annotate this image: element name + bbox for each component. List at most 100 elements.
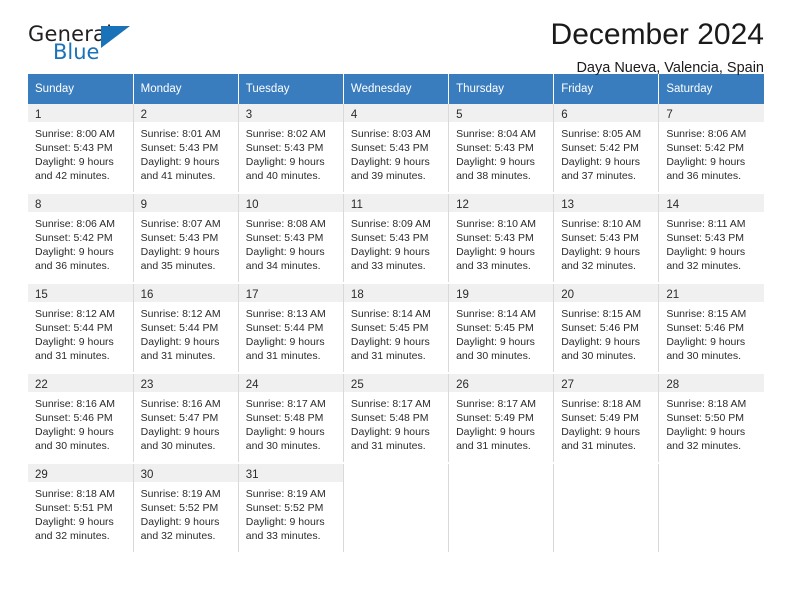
sunset-time: Sunset: 5:43 PM — [456, 142, 534, 154]
date-number: 14 — [666, 199, 680, 211]
date-number: 15 — [35, 289, 48, 301]
calendar-day-cell[interactable]: 5 Sunrise: 8:04 AM Sunset: 5:43 PM Daylight… — [448, 104, 555, 192]
calendar-week-row: 8 Sunrise: 8:06 AM Sunset: 5:42 PM Daylight… — [28, 194, 764, 282]
sunset-time: Sunset: 5:44 PM — [140, 322, 219, 334]
sunrise-time: Sunrise: 8:16 AM — [140, 398, 221, 410]
date-strip: 14 — [659, 194, 764, 212]
date-number: 19 — [456, 289, 469, 301]
calendar-week-row: 15 Sunrise: 8:12 AM Sunset: 5:44 PM Dayligh… — [28, 284, 764, 372]
day-details: Sunrise: 8:19 AM Sunset: 5:52 PM Daylight:… — [134, 482, 238, 543]
calendar-day-cell[interactable]: 3 Sunrise: 8:02 AM Sunset: 5:43 PM Daylight… — [237, 104, 344, 192]
calendar-day-cell[interactable]: 15 Sunrise: 8:12 AM Sunset: 5:44 PM Dayligh… — [28, 284, 134, 372]
daylight-duration-line2: and 38 minutes. — [456, 170, 531, 182]
sunrise-time: Sunrise: 8:10 AM — [456, 218, 537, 230]
day-details: Sunrise: 8:09 AM Sunset: 5:43 PM Daylight:… — [344, 212, 448, 273]
sunset-time: Sunset: 5:43 PM — [245, 232, 324, 244]
calendar-day-cell[interactable]: 11 Sunrise: 8:09 AM Sunset: 5:43 PM Dayligh… — [342, 194, 450, 282]
calendar-day-cell[interactable]: 29 Sunrise: 8:18 AM Sunset: 5:51 PM Dayligh… — [28, 464, 134, 552]
sunrise-time: Sunrise: 8:01 AM — [140, 128, 221, 140]
day-details: Sunrise: 8:18 AM Sunset: 5:50 PM Daylight:… — [659, 392, 764, 453]
calendar-day-cell[interactable]: 8 Sunrise: 8:06 AM Sunset: 5:42 PM Daylight… — [28, 194, 134, 282]
sunrise-time: Sunrise: 8:17 AM — [245, 398, 326, 410]
sunrise-time: Sunrise: 8:15 AM — [561, 308, 642, 320]
date-strip: 26 — [449, 374, 554, 392]
daylight-duration-line1: Daylight: 9 hours — [140, 516, 220, 528]
calendar-day-cell[interactable]: 12 Sunrise: 8:10 AM Sunset: 5:43 PM Dayligh… — [448, 194, 555, 282]
daylight-duration-line1: Daylight: 9 hours — [561, 426, 640, 438]
calendar-day-cell[interactable]: 31 Sunrise: 8:19 AM Sunset: 5:52 PM Dayligh… — [237, 464, 344, 552]
sunset-time: Sunset: 5:46 PM — [35, 412, 113, 424]
daylight-duration-line1: Daylight: 9 hours — [140, 426, 220, 438]
daylight-duration-line1: Daylight: 9 hours — [35, 246, 114, 258]
calendar-day-cell[interactable]: 25 Sunrise: 8:17 AM Sunset: 5:48 PM Dayligh… — [342, 374, 450, 462]
calendar-day-cell[interactable]: 1 Sunrise: 8:00 AM Sunset: 5:43 PM Daylight… — [28, 104, 134, 192]
daylight-duration-line2: and 32 minutes. — [35, 530, 110, 542]
date-number: 31 — [245, 469, 259, 481]
calendar-day-cell[interactable]: 16 Sunrise: 8:12 AM Sunset: 5:44 PM Dayligh… — [132, 284, 239, 372]
calendar-day-cell[interactable]: 26 Sunrise: 8:17 AM Sunset: 5:49 PM Dayligh… — [448, 374, 555, 462]
date-strip: 29 — [28, 464, 133, 482]
daylight-duration-line2: and 32 minutes. — [140, 530, 216, 542]
daylight-duration-line2: and 33 minutes. — [350, 260, 426, 272]
daylight-duration-line1: Daylight: 9 hours — [456, 156, 535, 168]
daylight-duration-line1: Daylight: 9 hours — [140, 336, 220, 348]
daylight-duration-line2: and 34 minutes. — [245, 260, 321, 272]
daylight-duration-line2: and 36 minutes. — [666, 170, 742, 182]
calendar-day-cell[interactable]: 9 Sunrise: 8:07 AM Sunset: 5:43 PM Daylight… — [132, 194, 239, 282]
date-strip: 31 — [238, 464, 343, 482]
day-details: Sunrise: 8:00 AM Sunset: 5:43 PM Daylight:… — [28, 122, 133, 183]
calendar-week-row: 29 Sunrise: 8:18 AM Sunset: 5:51 PM Dayligh… — [28, 464, 764, 552]
daylight-duration-line1: Daylight: 9 hours — [35, 156, 114, 168]
daylight-duration-line2: and 42 minutes. — [35, 170, 110, 182]
logo-triangle-icon — [101, 26, 130, 48]
calendar-day-cell[interactable]: 23 Sunrise: 8:16 AM Sunset: 5:47 PM Dayligh… — [132, 374, 239, 462]
calendar-week-row: 1 Sunrise: 8:00 AM Sunset: 5:43 PM Daylight… — [28, 104, 764, 192]
day-details: Sunrise: 8:15 AM Sunset: 5:46 PM Daylight:… — [659, 302, 764, 363]
sunrise-time: Sunrise: 8:02 AM — [245, 128, 326, 140]
sunrise-time: Sunrise: 8:16 AM — [35, 398, 115, 410]
calendar-day-cell[interactable]: 14 Sunrise: 8:11 AM Sunset: 5:43 PM Dayligh… — [658, 194, 764, 282]
calendar-day-cell[interactable]: 30 Sunrise: 8:19 AM Sunset: 5:52 PM Dayligh… — [132, 464, 239, 552]
calendar-day-cell[interactable]: 18 Sunrise: 8:14 AM Sunset: 5:45 PM Dayligh… — [342, 284, 450, 372]
date-number: 27 — [561, 379, 574, 391]
calendar-day-cell[interactable]: 2 Sunrise: 8:01 AM Sunset: 5:43 PM Daylight… — [132, 104, 239, 192]
calendar-day-cell[interactable]: 22 Sunrise: 8:16 AM Sunset: 5:46 PM Dayligh… — [28, 374, 134, 462]
calendar-day-cell[interactable]: 20 Sunrise: 8:15 AM Sunset: 5:46 PM Dayligh… — [553, 284, 660, 372]
sunset-time: Sunset: 5:51 PM — [35, 502, 113, 514]
calendar-day-cell[interactable]: 13 Sunrise: 8:10 AM Sunset: 5:43 PM Dayligh… — [553, 194, 660, 282]
sunrise-time: Sunrise: 8:18 AM — [35, 488, 115, 500]
day-details: Sunrise: 8:17 AM Sunset: 5:48 PM Daylight:… — [239, 392, 343, 453]
calendar-day-cell[interactable]: 7 Sunrise: 8:06 AM Sunset: 5:42 PM Daylight… — [658, 104, 764, 192]
sunrise-time: Sunrise: 8:07 AM — [140, 218, 221, 230]
date-number: 11 — [350, 199, 363, 211]
date-number: 20 — [561, 289, 574, 301]
date-number: 7 — [666, 109, 673, 121]
calendar-day-cell[interactable]: 17 Sunrise: 8:13 AM Sunset: 5:44 PM Dayligh… — [237, 284, 344, 372]
calendar-day-cell[interactable]: 19 Sunrise: 8:14 AM Sunset: 5:45 PM Dayligh… — [448, 284, 555, 372]
calendar-day-cell[interactable]: 21 Sunrise: 8:15 AM Sunset: 5:46 PM Dayligh… — [658, 284, 764, 372]
day-details: Sunrise: 8:19 AM Sunset: 5:52 PM Daylight:… — [239, 482, 343, 543]
calendar-day-cell[interactable]: 28 Sunrise: 8:18 AM Sunset: 5:50 PM Dayligh… — [658, 374, 764, 462]
sunset-time: Sunset: 5:44 PM — [35, 322, 113, 334]
calendar-day-cell[interactable]: 6 Sunrise: 8:05 AM Sunset: 5:42 PM Daylight… — [553, 104, 660, 192]
daylight-duration-line2: and 31 minutes. — [245, 350, 321, 362]
brand-logo[interactable]: General Blue — [28, 24, 138, 74]
daylight-duration-line2: and 32 minutes. — [666, 440, 742, 452]
calendar-day-cell[interactable]: 27 Sunrise: 8:18 AM Sunset: 5:49 PM Dayligh… — [553, 374, 660, 462]
calendar-day-cell[interactable]: 4 Sunrise: 8:03 AM Sunset: 5:43 PM Daylight… — [342, 104, 450, 192]
sunset-time: Sunset: 5:52 PM — [140, 502, 219, 514]
sunrise-time: Sunrise: 8:13 AM — [245, 308, 326, 320]
daylight-duration-line1: Daylight: 9 hours — [245, 156, 325, 168]
weekday-header-saturday: Saturday — [658, 74, 764, 104]
calendar-day-cell[interactable]: 10 Sunrise: 8:08 AM Sunset: 5:43 PM Dayligh… — [237, 194, 344, 282]
date-strip: 18 — [343, 284, 449, 302]
date-strip — [449, 464, 554, 482]
daylight-duration-line2: and 31 minutes. — [350, 350, 426, 362]
date-number: 17 — [245, 289, 259, 301]
weekday-header-row: Sunday Monday Tuesday Wednesday Thursday… — [28, 74, 764, 104]
daylight-duration-line1: Daylight: 9 hours — [245, 516, 325, 528]
sunset-time: Sunset: 5:46 PM — [666, 322, 744, 334]
daylight-duration-line2: and 40 minutes. — [245, 170, 321, 182]
day-details: Sunrise: 8:13 AM Sunset: 5:44 PM Daylight:… — [239, 302, 343, 363]
calendar-day-cell[interactable]: 24 Sunrise: 8:17 AM Sunset: 5:48 PM Dayligh… — [237, 374, 344, 462]
